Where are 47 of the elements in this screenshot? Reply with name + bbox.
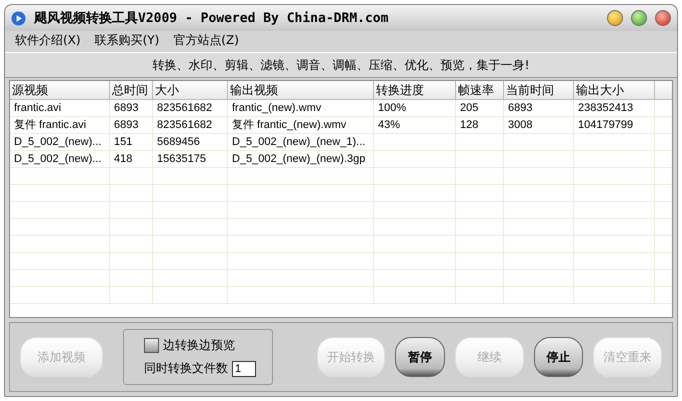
column-header[interactable]: 帧速率	[456, 81, 504, 99]
menu-item[interactable]: 联系购买(Y)	[94, 32, 160, 48]
table-cell: 100%	[374, 100, 456, 116]
column-header[interactable]: 转换进度	[374, 81, 456, 99]
table-cell: 205	[456, 100, 504, 116]
close-button[interactable]	[655, 10, 671, 26]
concurrent-label: 同时转换文件数	[144, 360, 228, 377]
action-button[interactable]: 停止	[534, 337, 584, 377]
column-header[interactable]: 总时间	[110, 81, 153, 99]
column-header[interactable]: 当前时间	[504, 81, 574, 99]
table-cell: D_5_002_(new)_(new).3gp	[228, 151, 374, 167]
preview-checkbox[interactable]	[144, 338, 160, 353]
menu-item[interactable]: 软件介绍(X)	[15, 32, 81, 48]
table-cell: 43%	[374, 117, 456, 133]
column-header[interactable]: 输出视频	[228, 81, 374, 99]
table-cell: 823561682	[153, 117, 228, 133]
minimize-button[interactable]	[607, 10, 623, 26]
window-title: 飓风视频转换工具V2009 - Powered By China-DRM.com	[34, 10, 390, 27]
menu-item[interactable]: 官方站点(Z)	[173, 32, 239, 48]
column-header[interactable]: 大小	[153, 81, 228, 99]
table-cell: 复件 frantic_(new).wmv	[228, 117, 374, 133]
table-cell: D_5_002_(new)...	[10, 151, 110, 167]
table-cell: 6893	[110, 100, 153, 116]
column-header[interactable]: 输出大小	[574, 81, 655, 99]
table-cell: 3008	[504, 117, 574, 133]
banner-text: 转换、水印、剪辑、滤镜、调音、调幅、压缩、优化、预览，集于一身!	[152, 56, 530, 74]
table-cell: 6893	[110, 117, 153, 133]
checkbox-label: 边转换边预览	[163, 337, 236, 354]
column-header[interactable]: 源视频	[10, 81, 110, 99]
table-cell: frantic.avi	[10, 100, 110, 116]
table-cell: 238352413	[574, 100, 655, 116]
table-cell: D_5_002_(new)_(new_1)...	[228, 134, 374, 150]
table-cell: 5689456	[153, 134, 228, 150]
table-cell: 104179799	[574, 117, 655, 133]
action-button[interactable]: 暂停	[395, 337, 445, 377]
table-cell: D_5_002_(new)...	[10, 134, 110, 150]
table-cell: 128	[456, 117, 504, 133]
concurrent-field[interactable]: 1	[232, 360, 256, 376]
play-icon	[11, 10, 26, 26]
maximize-button[interactable]	[631, 10, 647, 26]
table-cell: 6893	[504, 100, 574, 116]
table-cell: 15635175	[153, 151, 228, 167]
table-cell: 复件 frantic.avi	[10, 117, 110, 133]
table-cell: 823561682	[153, 100, 228, 116]
table-cell: 418	[110, 151, 153, 167]
table-cell: frantic_(new).wmv	[228, 100, 374, 116]
table-cell: 151	[110, 134, 153, 150]
